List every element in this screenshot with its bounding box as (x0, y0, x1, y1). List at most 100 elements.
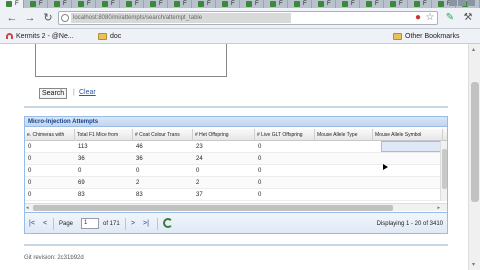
column-header[interactable]: # Het Offspring (193, 129, 255, 141)
table-row[interactable]: 0 113 46 23 0 (25, 141, 443, 153)
bookmark-kermits[interactable]: Kermits 2 - @Ne... (6, 31, 74, 42)
column-header[interactable]: # Live GLT Offspring (255, 129, 315, 141)
paging-display: Displaying 1 - 20 of 3410 (376, 221, 443, 227)
table-row[interactable]: 0 83 83 37 0 (25, 189, 443, 201)
refresh-icon[interactable] (163, 218, 173, 228)
page-label: Page (59, 221, 74, 227)
table-cell (373, 177, 443, 189)
grid-horizontal-scrollbar[interactable]: ◂ ▸ (25, 203, 447, 212)
table-row[interactable]: 0 0 0 0 0 (25, 165, 443, 177)
forward-icon[interactable]: → (24, 12, 36, 24)
table-row[interactable]: 0 69 2 2 0 (25, 177, 443, 189)
browser-tab[interactable]: F (336, 0, 360, 8)
scroll-up-icon[interactable]: ▴ (472, 46, 475, 53)
tab-label: F (207, 1, 211, 7)
table-cell: 36 (136, 156, 143, 162)
table-cell (315, 177, 373, 189)
grid-header: e. Chimeras with Total F1 Mice from # Coat… (25, 129, 447, 141)
maximize-button[interactable] (458, 0, 466, 6)
browser-tab[interactable]: F (144, 0, 168, 8)
adblock-icon[interactable]: ● (412, 12, 424, 24)
tab-label: F (399, 1, 403, 7)
column-header[interactable]: Mouse Allele Symbol (373, 129, 443, 141)
table-cell: 0 (28, 168, 32, 174)
other-bookmarks[interactable]: Other Bookmarks (393, 31, 459, 42)
first-page-icon[interactable]: |< (29, 219, 35, 228)
other-bookmarks-label: Other Bookmarks (405, 33, 460, 40)
page-count: of 171 (103, 221, 120, 227)
table-cell: 36 (78, 156, 85, 162)
table-cell: 37 (196, 192, 203, 198)
search-textarea[interactable] (35, 44, 227, 77)
grid-vertical-scrollbar[interactable] (440, 141, 447, 201)
browser-tab[interactable]: F (0, 0, 24, 8)
table-cell: 0 (136, 168, 140, 174)
browser-tab[interactable]: F (216, 0, 240, 8)
browser-window: FFFFFFFFFFFFFFFFFFFF ← → ↻ localhost:808… (0, 0, 480, 270)
url-text[interactable]: localhost:8080/mi/attempts/search/attemp… (71, 13, 291, 23)
scroll-thumb[interactable] (442, 149, 447, 189)
browser-tab[interactable]: F (24, 0, 48, 8)
table-cell: 83 (78, 192, 85, 198)
scroll-thumb[interactable] (33, 205, 393, 211)
next-page-icon[interactable]: > (131, 219, 135, 228)
tab-strip: FFFFFFFFFFFFFFFFFFFF (0, 0, 480, 8)
divider (24, 106, 448, 108)
back-icon[interactable]: ← (6, 12, 18, 24)
column-header[interactable]: Mouse Allele Type (315, 129, 373, 141)
page-scrollbar[interactable]: ▴ ▾ (468, 44, 480, 270)
pager-divider (53, 218, 54, 230)
column-header[interactable]: Total F1 Mice from (75, 129, 133, 141)
tab-label: F (303, 1, 307, 7)
bookmark-doc-folder[interactable]: doc (98, 31, 121, 42)
browser-tab[interactable]: F (264, 0, 288, 8)
clear-link[interactable]: Clear (79, 89, 96, 96)
browser-tab[interactable]: F (288, 0, 312, 8)
browser-tab[interactable]: F (168, 0, 192, 8)
tab-label: F (63, 1, 67, 7)
browser-tab[interactable]: F (96, 0, 120, 8)
tab-label: F (423, 1, 427, 7)
reload-icon[interactable]: ↻ (42, 12, 54, 24)
tab-label: F (255, 1, 259, 7)
prev-page-icon[interactable]: < (43, 219, 47, 228)
tab-label: F (351, 1, 355, 7)
wrench-icon[interactable]: ⚒ (462, 12, 474, 24)
table-cell: 0 (28, 192, 32, 198)
minimize-button[interactable] (449, 0, 457, 6)
browser-tab[interactable]: F (384, 0, 408, 8)
close-window-button[interactable] (467, 0, 475, 6)
column-header[interactable]: e. Chimeras with (25, 129, 75, 141)
browser-tab[interactable]: F (360, 0, 384, 8)
table-cell: 24 (196, 156, 203, 162)
browser-toolbar: ← → ↻ localhost:8080/mi/attempts/search/… (0, 8, 480, 29)
pen-tool-icon[interactable]: ✎ (444, 12, 456, 24)
scroll-down-icon[interactable]: ▾ (472, 261, 475, 268)
browser-tab[interactable]: F (192, 0, 216, 8)
table-row[interactable]: 0 36 36 24 0 (25, 153, 443, 165)
star-icon[interactable]: ☆ (424, 12, 436, 24)
search-button[interactable]: Search (39, 88, 68, 99)
browser-tab[interactable]: F (312, 0, 336, 8)
browser-tab[interactable]: F (408, 0, 432, 8)
page-number-input[interactable]: 1 (81, 218, 99, 229)
table-cell: 0 (28, 180, 32, 186)
browser-tab[interactable]: F (72, 0, 96, 8)
scroll-left-icon[interactable]: ◂ (26, 204, 29, 212)
scroll-right-icon[interactable]: ▸ (437, 204, 440, 212)
table-cell: 0 (28, 156, 32, 162)
grid-pager: |< < Page 1 of 171 > >| Displaying 1 - 2… (25, 212, 447, 233)
address-bar[interactable]: localhost:8080/mi/attempts/search/attemp… (58, 11, 438, 25)
favicon-icon (342, 1, 348, 7)
browser-tab[interactable]: F (240, 0, 264, 8)
browser-tab[interactable]: F (120, 0, 144, 8)
favicon-icon (150, 1, 156, 7)
column-header[interactable]: # Coat Colour Trans (133, 129, 193, 141)
page-scroll-thumb[interactable] (471, 82, 479, 202)
tab-label: F (39, 1, 43, 7)
pager-divider (157, 218, 158, 230)
last-page-icon[interactable]: >| (143, 219, 149, 228)
table-cell: 2 (196, 180, 200, 186)
folder-icon (98, 32, 107, 40)
browser-tab[interactable]: F (48, 0, 72, 8)
